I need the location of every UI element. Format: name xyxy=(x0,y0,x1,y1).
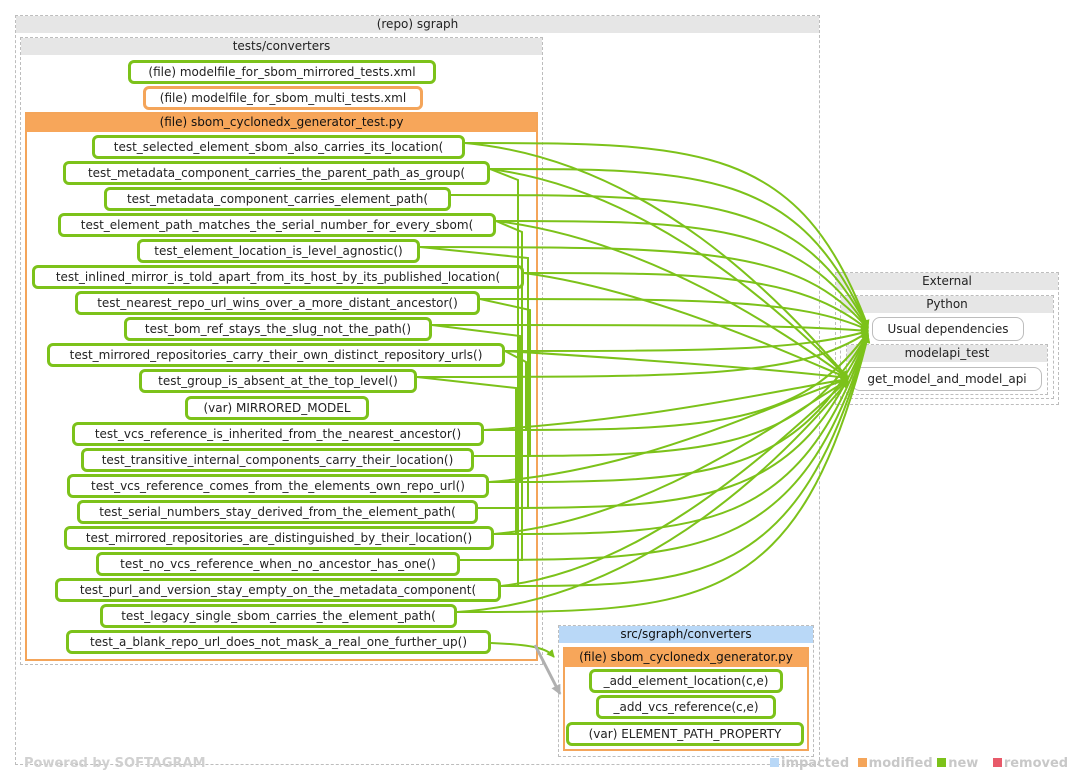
test-node-11[interactable]: test_vcs_reference_is_inherited_from_the… xyxy=(72,422,484,446)
test-node-12[interactable]: test_transitive_internal_components_carr… xyxy=(81,448,474,472)
legend-swatch-modified xyxy=(857,758,867,767)
watermark: Powered by SOFTAGRAM xyxy=(24,756,206,771)
src-dir-title: src/sgraph/converters xyxy=(559,626,813,643)
test-node-5[interactable]: test_inlined_mirror_is_told_apart_from_i… xyxy=(32,265,524,289)
test-node-14[interactable]: test_serial_numbers_stay_derived_from_th… xyxy=(77,500,478,524)
file-node-mirrored[interactable]: (file) modelfile_for_sbom_mirrored_tests… xyxy=(128,60,436,84)
test-node-6[interactable]: test_nearest_repo_url_wins_over_a_more_d… xyxy=(75,291,480,315)
test-node-9[interactable]: test_group_is_absent_at_the_top_level() xyxy=(139,369,417,393)
test-node-10[interactable]: (var) MIRRORED_MODEL xyxy=(185,396,369,420)
src-node-add-vcs-reference[interactable]: _add_vcs_reference(c,e) xyxy=(596,695,776,719)
external-title: External xyxy=(836,273,1058,290)
test-node-16[interactable]: test_no_vcs_reference_when_no_ancestor_h… xyxy=(96,552,460,576)
test-node-8[interactable]: test_mirrored_repositories_carry_their_o… xyxy=(47,343,505,367)
legend-impacted: impacted xyxy=(781,756,850,771)
test-node-3[interactable]: test_element_path_matches_the_serial_num… xyxy=(58,213,496,237)
test-node-17[interactable]: test_purl_and_version_stay_empty_on_the_… xyxy=(55,578,501,602)
test-node-1[interactable]: test_metadata_component_carries_the_pare… xyxy=(63,161,490,185)
test-node-13[interactable]: test_vcs_reference_comes_from_the_elemen… xyxy=(67,474,489,498)
test-node-19[interactable]: test_a_blank_repo_url_does_not_mask_a_re… xyxy=(66,630,491,654)
test-node-2[interactable]: test_metadata_component_carries_element_… xyxy=(104,187,451,211)
test-node-15[interactable]: test_mirrored_repositories_are_distingui… xyxy=(64,526,494,550)
test-node-4[interactable]: test_element_location_is_level_agnostic(… xyxy=(137,239,420,263)
legend: impacted modified new removed xyxy=(770,756,1068,771)
test-node-7[interactable]: test_bom_ref_stays_the_slug_not_the_path… xyxy=(124,317,432,341)
modelapi-title: modelapi_test xyxy=(847,345,1047,362)
file-node-multi[interactable]: (file) modelfile_for_sbom_multi_tests.xm… xyxy=(143,86,423,110)
legend-swatch-new xyxy=(937,758,947,767)
python-title: Python xyxy=(841,296,1053,313)
legend-modified: modified xyxy=(868,756,933,771)
get-model-node[interactable]: get_model_and_model_api xyxy=(852,367,1042,391)
legend-new: new xyxy=(948,756,979,771)
usual-dependencies-node[interactable]: Usual dependencies xyxy=(872,317,1024,341)
src-node-add-element-location[interactable]: _add_element_location(c,e) xyxy=(589,669,783,693)
src-file-title: (file) sbom_cyclonedx_generator.py xyxy=(565,649,807,667)
src-node-element-path-property[interactable]: (var) ELEMENT_PATH_PROPERTY xyxy=(566,722,804,746)
legend-swatch-removed xyxy=(992,758,1002,767)
legend-removed: removed xyxy=(1003,756,1069,771)
test-node-18[interactable]: test_legacy_single_sbom_carries_the_elem… xyxy=(100,604,457,628)
test-node-0[interactable]: test_selected_element_sbom_also_carries_… xyxy=(92,135,465,159)
test-file-title: (file) sbom_cyclonedx_generator_test.py xyxy=(27,114,536,132)
repo-title: (repo) sgraph xyxy=(16,16,819,33)
tests-dir-title: tests/converters xyxy=(21,38,542,55)
legend-swatch-impacted xyxy=(770,758,779,767)
